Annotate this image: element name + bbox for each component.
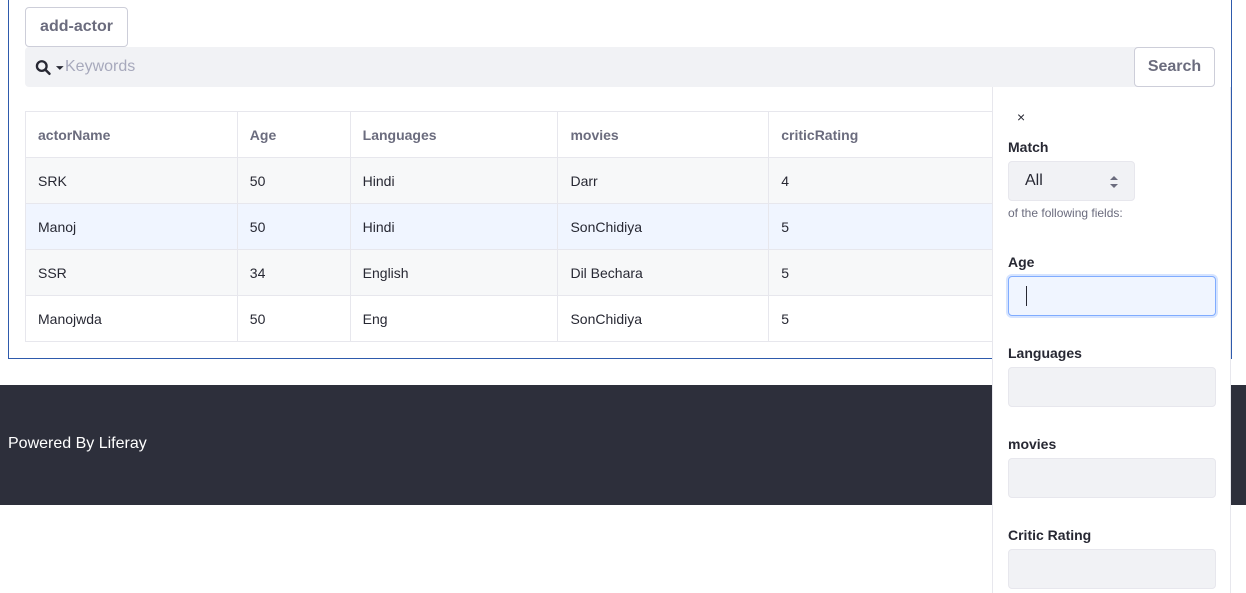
- cell-actorname: Manojwda: [25, 295, 238, 342]
- cell-languages: Hindi: [349, 157, 559, 204]
- cell-movies: SonChidiya: [557, 295, 770, 342]
- cell-age: 50: [236, 157, 351, 204]
- column-header-movies: movies: [557, 111, 770, 158]
- match-label: Match: [1008, 139, 1049, 155]
- column-header-criticrating: criticRating: [768, 111, 1015, 158]
- search-options-toggle[interactable]: [35, 58, 65, 78]
- cell-actorname: SSR: [25, 249, 238, 296]
- add-actor-button[interactable]: add-actor: [25, 7, 128, 47]
- languages-label: Languages: [1008, 345, 1082, 361]
- match-select[interactable]: All: [1008, 161, 1135, 201]
- movies-label: movies: [1008, 436, 1057, 452]
- cell-actorname: SRK: [25, 157, 238, 204]
- cell-criticrating: 5: [768, 295, 1015, 342]
- cell-criticrating: 4: [768, 157, 1015, 204]
- table-row[interactable]: SSR 34 English Dil Bechara 5: [25, 249, 1015, 296]
- critic-rating-label: Critic Rating: [1008, 527, 1092, 543]
- select-arrows-icon: [1110, 176, 1118, 188]
- footer-text: Powered By Liferay: [8, 435, 147, 452]
- close-icon[interactable]: ×: [1017, 109, 1025, 125]
- languages-input[interactable]: [1008, 367, 1216, 407]
- caret-down-icon: [56, 66, 65, 70]
- cell-languages: Hindi: [349, 203, 559, 250]
- table-row[interactable]: SRK 50 Hindi Darr 4: [25, 157, 1015, 204]
- cell-age: 50: [236, 295, 351, 342]
- match-helper-text: of the following fields:: [1008, 206, 1123, 220]
- table-row[interactable]: Manojwda 50 Eng SonChidiya 5: [25, 295, 1015, 342]
- cell-movies: SonChidiya: [557, 203, 770, 250]
- cell-criticrating: 5: [768, 249, 1015, 296]
- age-label: Age: [1008, 254, 1035, 270]
- table-row[interactable]: Manoj 50 Hindi SonChidiya 5: [25, 203, 1015, 250]
- cell-languages: Eng: [349, 295, 559, 342]
- search-bar: Search: [25, 47, 1215, 87]
- advanced-search-panel: × Match All of the following fields: Age…: [992, 87, 1231, 593]
- column-header-age: Age: [236, 111, 351, 158]
- cell-actorname: Manoj: [25, 203, 238, 250]
- critic-rating-input[interactable]: [1008, 549, 1216, 589]
- actors-table: actorName Age Languages movies criticRat…: [25, 111, 1015, 342]
- column-header-languages: Languages: [349, 111, 559, 158]
- cell-age: 50: [236, 203, 351, 250]
- table-header-row: actorName Age Languages movies criticRat…: [25, 111, 1015, 158]
- cell-criticrating: 5: [768, 203, 1015, 250]
- age-input[interactable]: [1008, 276, 1216, 316]
- search-button[interactable]: Search: [1134, 47, 1215, 87]
- match-select-value: All: [1025, 172, 1043, 189]
- cell-movies: Dil Bechara: [557, 249, 770, 296]
- search-input[interactable]: [65, 47, 1133, 87]
- cell-movies: Darr: [557, 157, 770, 204]
- column-header-actorname: actorName: [25, 111, 238, 158]
- movies-input[interactable]: [1008, 458, 1216, 498]
- cell-languages: English: [349, 249, 559, 296]
- cell-age: 34: [236, 249, 351, 296]
- search-icon: [35, 60, 51, 76]
- text-cursor: [1026, 286, 1027, 306]
